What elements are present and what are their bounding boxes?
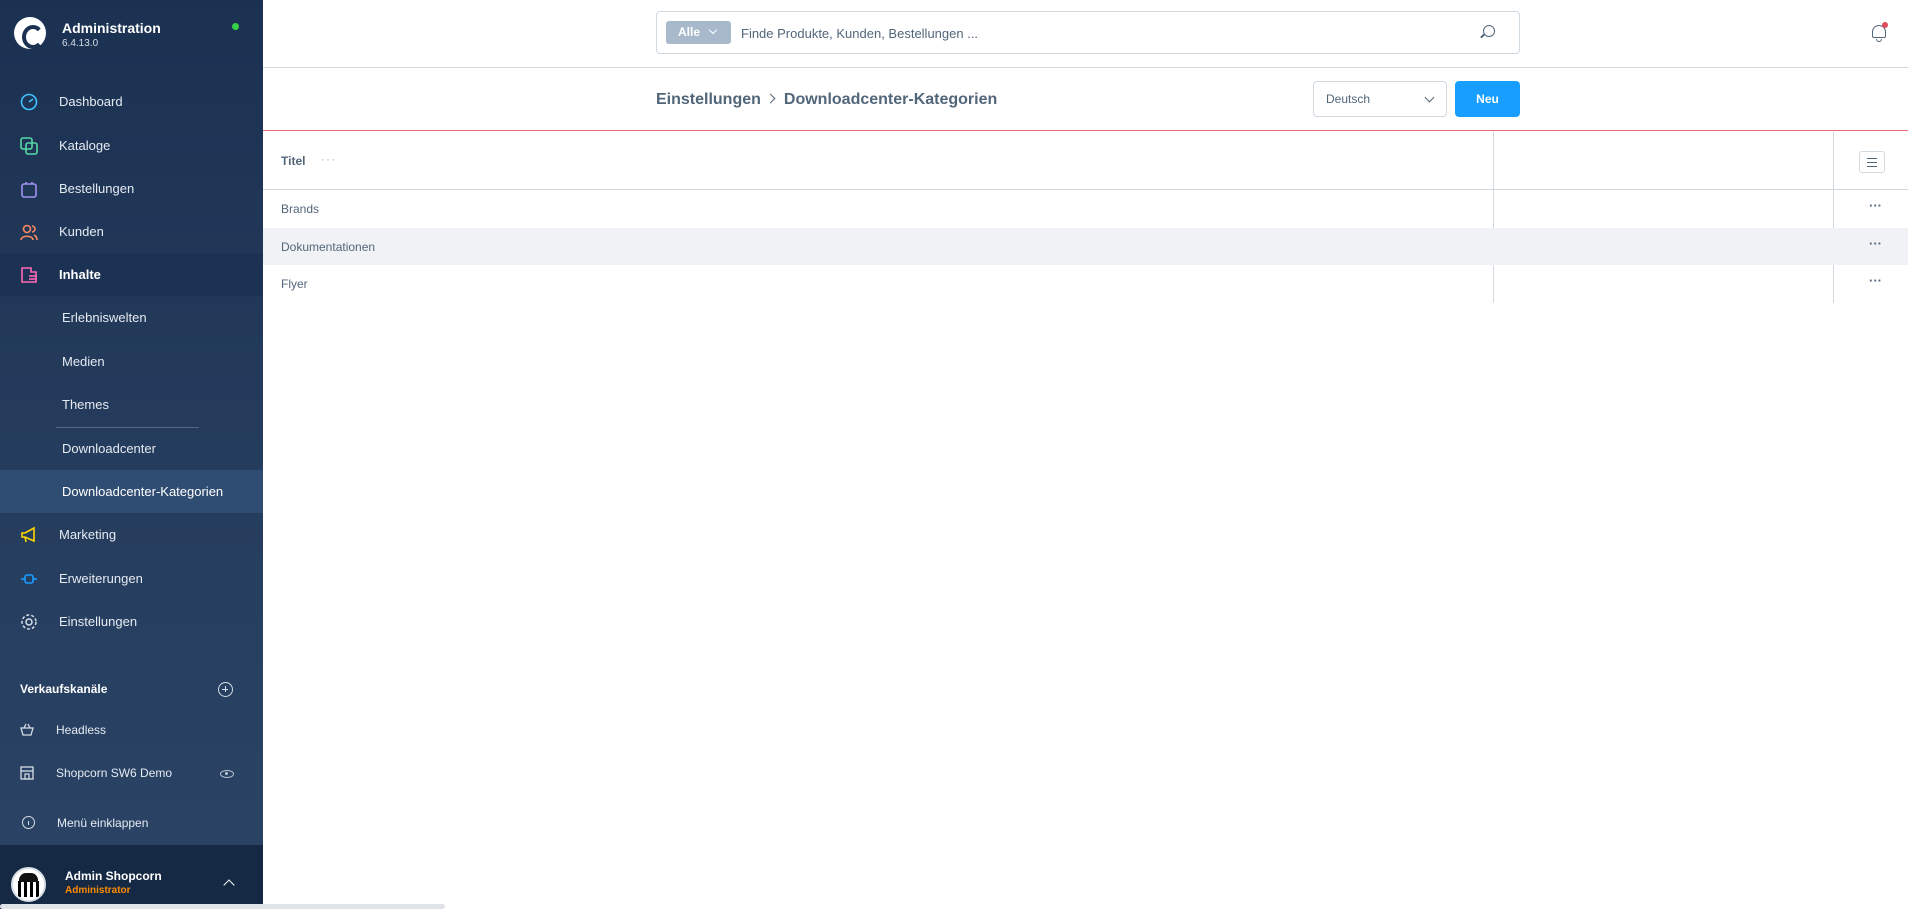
sidebar-subitem-medien[interactable]: Medien bbox=[0, 340, 263, 383]
sidebar-subitem-downloadcenter-kategorien[interactable]: Downloadcenter-Kategorien bbox=[0, 470, 263, 513]
app-title: Administration bbox=[62, 20, 161, 36]
chevron-right-icon bbox=[765, 93, 776, 104]
gear-icon bbox=[21, 614, 37, 630]
sidebar-item-label: Marketing bbox=[59, 527, 117, 542]
chevron-up-icon[interactable] bbox=[223, 879, 235, 891]
collapse-menu-button[interactable]: Menü einklappen bbox=[0, 802, 263, 844]
plug-icon bbox=[21, 574, 37, 584]
content-header: Einstellungen Downloadcenter-Kategorien D… bbox=[263, 69, 1908, 131]
row-actions-icon[interactable]: ··· bbox=[1869, 198, 1882, 213]
search-input[interactable] bbox=[741, 21, 1441, 45]
top-bar: Alle bbox=[263, 0, 1908, 68]
sidebar-item-dashboard[interactable]: Dashboard bbox=[0, 80, 263, 123]
sidebar-item-marketing[interactable]: Marketing bbox=[0, 513, 263, 556]
storefront-icon bbox=[20, 766, 34, 780]
users-icon bbox=[20, 224, 38, 241]
sidebar-item-label: Bestellungen bbox=[59, 181, 135, 196]
row-title[interactable]: Flyer bbox=[281, 277, 308, 291]
online-status-icon bbox=[232, 23, 239, 30]
megaphone-icon bbox=[21, 526, 35, 543]
search-type-label: Alle bbox=[678, 25, 701, 39]
add-sales-channel-icon[interactable] bbox=[218, 682, 233, 697]
column-options-icon[interactable]: ··· bbox=[321, 152, 336, 166]
breadcrumb-item-einstellungen[interactable]: Einstellungen bbox=[656, 91, 761, 108]
row-actions-icon[interactable]: ··· bbox=[1869, 273, 1882, 288]
sidebar-header: Administration 6.4.13.0 bbox=[0, 0, 263, 68]
sidebar-item-label: Dashboard bbox=[59, 94, 123, 109]
sidebar-item-inhalte[interactable]: Inhalte bbox=[0, 253, 263, 296]
sales-channel-shopcorn-demo[interactable]: Shopcorn SW6 Demo bbox=[0, 752, 263, 794]
content-icon bbox=[21, 267, 37, 283]
column-header-titel[interactable]: Titel bbox=[281, 154, 305, 168]
data-grid: Titel ··· Brands ··· Dokumentationen ···… bbox=[263, 132, 1908, 303]
bag-icon bbox=[21, 182, 37, 198]
grid-header: Titel ··· bbox=[263, 132, 1908, 190]
grid-settings-button[interactable] bbox=[1859, 151, 1885, 173]
sidebar-subitem-label: Downloadcenter bbox=[62, 441, 156, 456]
table-row[interactable]: Dokumentationen ··· bbox=[263, 227, 1908, 266]
global-search: Alle bbox=[656, 11, 1520, 54]
new-button[interactable]: Neu bbox=[1455, 81, 1520, 117]
sidebar-subitem-label: Medien bbox=[62, 354, 105, 369]
language-select[interactable]: Deutsch bbox=[1313, 81, 1447, 117]
sidebar-item-label: Kunden bbox=[59, 224, 104, 239]
breadcrumb: Einstellungen Downloadcenter-Kategorien bbox=[656, 91, 997, 109]
bell-clapper bbox=[1876, 39, 1882, 42]
notification-bell-icon[interactable] bbox=[1871, 22, 1888, 42]
chevron-down-icon bbox=[1424, 92, 1435, 103]
row-actions-icon[interactable]: ··· bbox=[1869, 236, 1882, 251]
chevron-down-icon bbox=[708, 25, 718, 35]
sidebar: Administration 6.4.13.0 Dashboard Katalo… bbox=[0, 0, 263, 909]
search-icon[interactable] bbox=[1483, 25, 1495, 37]
avatar bbox=[11, 867, 46, 902]
sidebar-item-kunden[interactable]: Kunden bbox=[0, 210, 263, 253]
notification-badge bbox=[1882, 22, 1888, 28]
sales-channel-headless[interactable]: Headless bbox=[0, 709, 263, 751]
sidebar-subitem-downloadcenter[interactable]: Downloadcenter bbox=[0, 427, 263, 470]
sidebar-subitem-label: Themes bbox=[62, 397, 109, 412]
user-role: Administrator bbox=[65, 885, 131, 896]
shopware-logo-icon[interactable] bbox=[14, 17, 46, 49]
sidebar-item-label: Erweiterungen bbox=[59, 571, 143, 586]
sidebar-item-einstellungen[interactable]: Einstellungen bbox=[0, 600, 263, 643]
table-row[interactable]: Flyer ··· bbox=[263, 265, 1908, 303]
sidebar-subitem-erlebniswelten[interactable]: Erlebniswelten bbox=[0, 296, 263, 339]
sales-channel-label: Shopcorn SW6 Demo bbox=[56, 766, 173, 780]
sales-channels-title: Verkaufskanäle bbox=[20, 682, 108, 696]
row-title[interactable]: Brands bbox=[281, 202, 319, 216]
sidebar-subitem-label: Downloadcenter-Kategorien bbox=[62, 484, 224, 499]
sidebar-item-label: Inhalte bbox=[59, 267, 101, 282]
eye-icon[interactable] bbox=[220, 770, 234, 778]
basket-icon bbox=[20, 723, 34, 736]
search-type-select[interactable]: Alle bbox=[666, 21, 731, 44]
info-icon bbox=[22, 816, 35, 829]
app-version: 6.4.13.0 bbox=[62, 38, 99, 49]
gauge-icon bbox=[20, 93, 38, 111]
user-name: Admin Shopcorn bbox=[65, 869, 162, 883]
collapse-menu-label: Menü einklappen bbox=[57, 816, 149, 830]
sidebar-item-erweiterungen[interactable]: Erweiterungen bbox=[0, 557, 263, 600]
sidebar-item-bestellungen[interactable]: Bestellungen bbox=[0, 167, 263, 210]
user-menu[interactable]: Admin Shopcorn Administrator bbox=[0, 845, 263, 909]
horizontal-scrollbar[interactable] bbox=[0, 904, 445, 909]
sidebar-item-label: Einstellungen bbox=[59, 614, 138, 629]
sales-channel-label: Headless bbox=[56, 723, 107, 737]
sidebar-item-kataloge[interactable]: Kataloge bbox=[0, 124, 263, 167]
table-row[interactable]: Brands ··· bbox=[263, 190, 1908, 228]
language-select-value: Deutsch bbox=[1326, 92, 1371, 106]
row-title[interactable]: Dokumentationen bbox=[281, 240, 375, 254]
layers-icon bbox=[20, 137, 38, 155]
sidebar-item-label: Kataloge bbox=[59, 138, 111, 153]
page-title: Downloadcenter-Kategorien bbox=[783, 91, 998, 108]
sidebar-subitem-themes[interactable]: Themes bbox=[0, 383, 263, 426]
sidebar-subitem-label: Erlebniswelten bbox=[62, 310, 147, 325]
